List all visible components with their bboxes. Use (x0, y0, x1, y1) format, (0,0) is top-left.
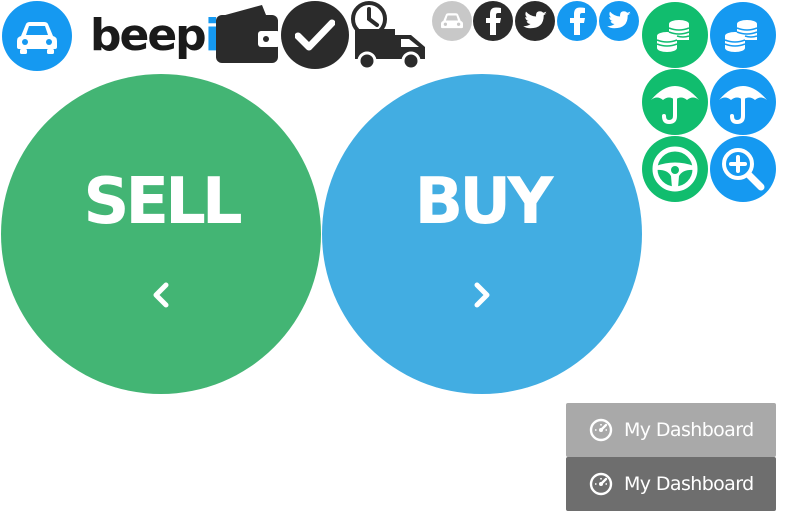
facebook-dark-icon[interactable] (473, 1, 513, 41)
my-dashboard-label: My Dashboard (624, 419, 754, 441)
wordmark-text: beep (90, 10, 207, 61)
car-gray-icon[interactable] (432, 1, 472, 41)
car-logo-icon[interactable] (2, 1, 72, 71)
speedometer-icon (589, 472, 613, 496)
coins-green-icon[interactable] (642, 2, 708, 68)
facebook-blue-icon[interactable] (557, 1, 597, 41)
umbrella-green-icon[interactable] (642, 69, 708, 135)
coins-blue-icon[interactable] (710, 2, 776, 68)
my-dashboard-button-light[interactable]: My Dashboard (566, 403, 776, 457)
sell-label: SELL (83, 165, 242, 239)
buy-label: BUY (414, 165, 553, 239)
delivery-truck-clock-icon[interactable] (349, 1, 429, 75)
buy-button[interactable]: BUY (322, 74, 642, 394)
checkmark-icon[interactable] (281, 1, 349, 69)
my-dashboard-label: My Dashboard (624, 473, 754, 495)
steering-wheel-icon[interactable] (642, 136, 708, 202)
umbrella-blue-icon[interactable] (710, 69, 776, 135)
wallet-icon[interactable] (214, 3, 280, 69)
sell-button[interactable]: SELL (1, 74, 321, 394)
brand-wordmark[interactable]: beepi (90, 8, 220, 64)
chevron-right-icon (474, 282, 490, 308)
speedometer-icon (589, 418, 613, 442)
twitter-blue-icon[interactable] (599, 1, 639, 41)
zoom-in-icon[interactable] (710, 136, 776, 202)
twitter-dark-icon[interactable] (515, 1, 555, 41)
my-dashboard-button-dark[interactable]: My Dashboard (566, 457, 776, 511)
chevron-left-icon (153, 282, 169, 308)
